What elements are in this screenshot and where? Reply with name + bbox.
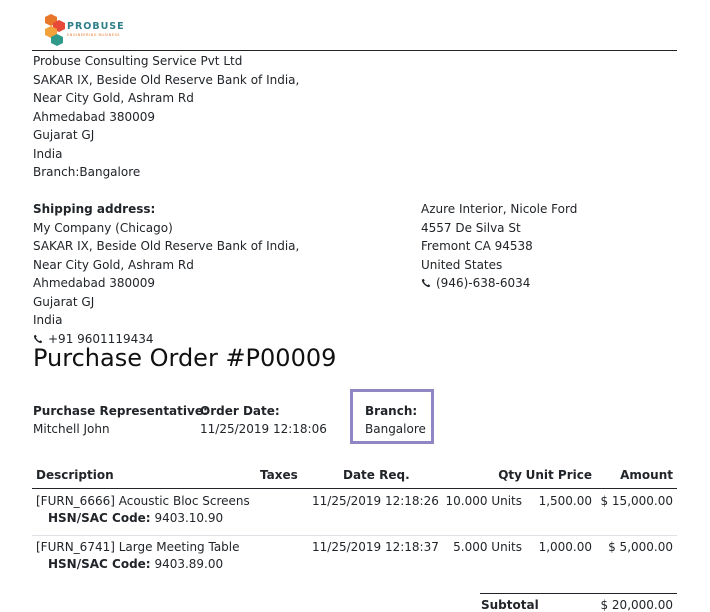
company-city: Ahmedabad 380009 <box>33 109 156 124</box>
shipping-label: Shipping address: <box>33 202 156 216</box>
company-country: India <box>33 146 63 161</box>
logo-text: PROBUSE <box>67 21 125 32</box>
customer-phone-row: (946)-638-6034 <box>421 274 577 293</box>
order-date-label: Order Date: <box>200 404 280 418</box>
branch-value: Bangalore <box>365 422 426 436</box>
table-header-divider <box>32 488 677 489</box>
rep-value: Mitchell John <box>33 422 110 436</box>
row-unit-price: 1,500.00 <box>538 494 592 508</box>
branch-info: Branch: Bangalore <box>365 402 426 438</box>
hsn-label: HSN/SAC Code: <box>48 557 151 571</box>
row-date-req: 11/25/2019 12:18:37 <box>312 540 439 554</box>
row-description: [FURN_6666] Acoustic Bloc Screens <box>36 494 250 508</box>
logo-hexagons-icon <box>45 14 65 46</box>
subtotal-divider <box>480 593 677 594</box>
company-street: SAKAR IX, Beside Old Reserve Bank of Ind… <box>33 72 300 87</box>
row-qty: 10.000 Units <box>445 494 522 508</box>
col-description: Description <box>36 468 114 482</box>
rep-label: Purchase Representative: <box>33 404 208 418</box>
row-amount: $ 15,000.00 <box>600 494 673 508</box>
customer-address: Azure Interior, Nicole Ford 4557 De Silv… <box>421 200 577 293</box>
row-description: [FURN_6741] Large Meeting Table <box>36 540 240 554</box>
header-divider <box>32 50 677 51</box>
company-state: Gujarat GJ <box>33 128 95 142</box>
shipping-address: Shipping address: My Company (Chicago) S… <box>33 200 299 348</box>
company-branch: Branch:Bangalore <box>33 165 141 179</box>
shipping-street2: Near City Gold, Ashram Rd <box>33 257 194 272</box>
row-hsn: HSN/SAC Code: 9403.89.00 <box>48 557 223 571</box>
shipping-state: Gujarat GJ <box>33 294 95 309</box>
phone-icon <box>421 279 431 288</box>
row-amount: $ 5,000.00 <box>608 540 673 554</box>
col-amount: Amount <box>620 468 673 482</box>
shipping-name: My Company (Chicago) <box>33 220 173 235</box>
hsn-value: 9403.10.90 <box>154 511 224 525</box>
hsn-label: HSN/SAC Code: <box>48 511 151 525</box>
shipping-country: India <box>33 313 63 327</box>
shipping-street: SAKAR IX, Beside Old Reserve Bank of Ind… <box>33 239 300 253</box>
company-name: Probuse Consulting Service Pvt Ltd <box>33 54 243 68</box>
company-logo: PROBUSE ENGINEERING BUSINESS <box>43 12 124 48</box>
branch-label: Branch: <box>365 404 418 418</box>
subtotal-label: Subtotal <box>481 598 539 612</box>
order-date-value: 11/25/2019 12:18:06 <box>200 422 327 436</box>
customer-street: 4557 De Silva St <box>421 220 521 235</box>
col-qty: Qty <box>498 468 522 482</box>
col-unit-price: Unit Price <box>525 468 592 482</box>
shipping-city: Ahmedabad 380009 <box>33 276 156 290</box>
phone-icon <box>33 334 43 343</box>
page-title: Purchase Order #P00009 <box>33 344 337 372</box>
company-street2: Near City Gold, Ashram Rd <box>33 91 194 105</box>
row-unit-price: 1,000.00 <box>538 540 592 554</box>
row-divider <box>32 535 677 536</box>
row-hsn: HSN/SAC Code: 9403.10.90 <box>48 511 223 525</box>
customer-phone: (946)-638-6034 <box>436 276 531 290</box>
customer-city: Fremont CA 94538 <box>421 239 533 253</box>
col-date-req: Date Req. <box>343 468 410 482</box>
row-date-req: 11/25/2019 12:18:26 <box>312 494 439 508</box>
row-qty: 5.000 Units <box>453 540 522 554</box>
logo-tagline: ENGINEERING BUSINESS <box>67 33 121 37</box>
col-taxes: Taxes <box>260 468 298 482</box>
hsn-value: 9403.89.00 <box>154 557 224 571</box>
order-date: Order Date: 11/25/2019 12:18:06 <box>200 402 327 438</box>
customer-name: Azure Interior, Nicole Ford <box>421 202 578 216</box>
customer-country: United States <box>421 257 503 272</box>
subtotal-value: $ 20,000.00 <box>600 598 673 612</box>
purchase-representative: Purchase Representative: Mitchell John <box>33 402 208 438</box>
company-address: Probuse Consulting Service Pvt Ltd SAKAR… <box>33 52 299 182</box>
